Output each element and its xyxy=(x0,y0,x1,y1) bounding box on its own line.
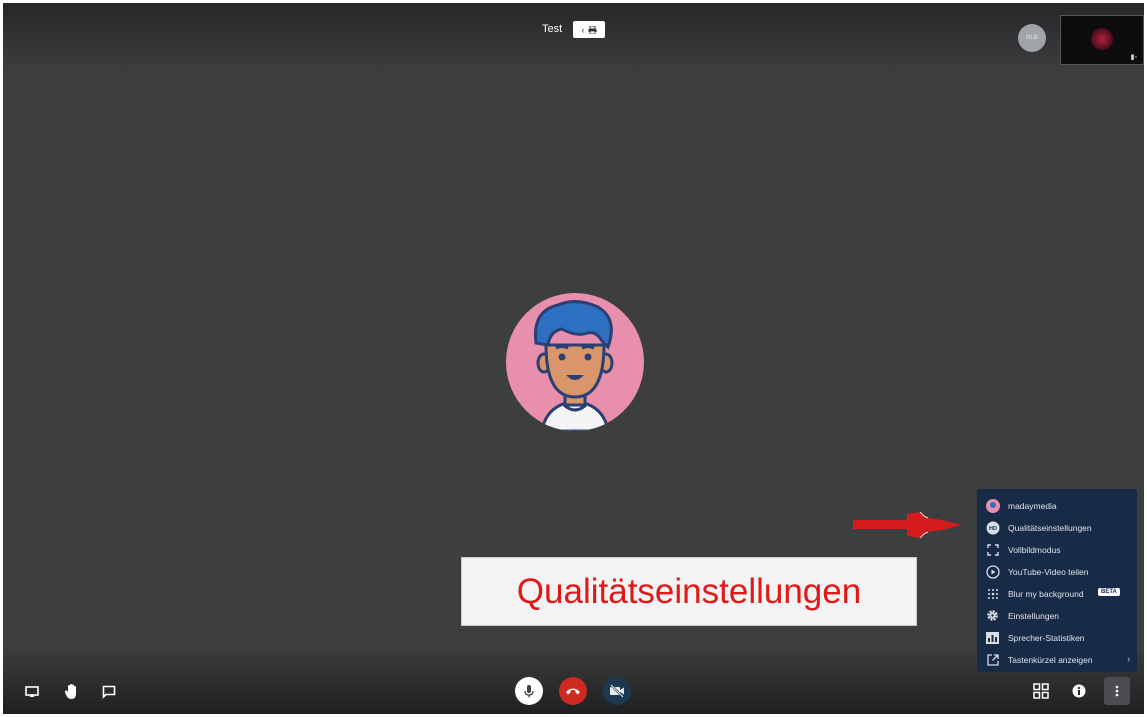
remote-participant-avatar[interactable]: RLB xyxy=(1018,24,1046,52)
annotation-callout: Qualitätseinstellungen xyxy=(461,557,917,626)
screen-share-icon xyxy=(25,686,39,697)
participant-initials: RLB xyxy=(1026,35,1038,41)
hd-icon: HD xyxy=(985,520,1000,535)
gear-icon xyxy=(985,608,1000,623)
microphone-button[interactable] xyxy=(515,677,543,705)
screen-share-button[interactable] xyxy=(22,682,42,702)
microphone-icon xyxy=(524,685,534,698)
bar-chart-icon xyxy=(985,630,1000,645)
menu-item-keyboard-shortcuts[interactable]: Tastenkürzel anzeigen › xyxy=(977,649,1137,670)
participant-avatar-large xyxy=(506,293,644,431)
menu-item-share-youtube[interactable]: YouTube-Video teilen xyxy=(977,561,1137,582)
menu-item-label: madaymedia xyxy=(1008,500,1057,511)
menu-item-blur-background[interactable]: Blur my background BETA xyxy=(977,583,1137,604)
menu-item-fullscreen[interactable]: Vollbildmodus xyxy=(977,539,1137,560)
camera-toggle-button[interactable] xyxy=(603,677,631,705)
chat-icon xyxy=(102,685,116,699)
local-video-thumbnail[interactable]: ▮◦ xyxy=(1060,15,1144,65)
menu-item-quality-settings[interactable]: HD Qualitätseinstellungen xyxy=(977,517,1137,538)
menu-item-label: Einstellungen xyxy=(1008,610,1060,621)
menu-item-profile[interactable]: madaymedia xyxy=(977,495,1137,516)
info-button[interactable] xyxy=(1068,680,1090,702)
beta-badge: BETA xyxy=(1098,588,1120,596)
camera-off-icon xyxy=(610,684,624,698)
blur-icon xyxy=(985,586,1000,601)
hangup-icon xyxy=(566,688,580,695)
local-video-feed xyxy=(1091,28,1113,50)
meeting-title: Test xyxy=(542,23,563,35)
raise-hand-button[interactable] xyxy=(61,680,83,702)
annotation-arrow-icon xyxy=(853,511,962,539)
info-icon xyxy=(1072,684,1086,698)
tile-view-button[interactable] xyxy=(1030,680,1052,702)
top-gradient xyxy=(3,3,1144,73)
user-avatar-icon xyxy=(985,498,1000,513)
menu-item-label: Tastenkürzel anzeigen xyxy=(1008,654,1093,665)
chat-button[interactable] xyxy=(99,682,119,702)
overflow-menu: madaymedia HD Qualitätseinstellungen Vol… xyxy=(977,489,1137,672)
cartoon-face-icon xyxy=(533,300,614,431)
menu-item-label: Sprecher-Statistiken xyxy=(1008,632,1085,643)
copy-meeting-link-button[interactable]: ‹ xyxy=(573,21,605,38)
menu-item-label: Qualitätseinstellungen xyxy=(1008,522,1092,533)
svg-text:HD: HD xyxy=(989,526,997,532)
menu-item-label: Blur my background xyxy=(1008,588,1084,599)
tile-view-icon xyxy=(1033,683,1049,699)
menu-item-label: Vollbildmodus xyxy=(1008,544,1061,555)
more-options-icon xyxy=(1115,685,1119,697)
raise-hand-icon xyxy=(64,683,76,699)
camera-indicator-icon: ▮◦ xyxy=(1130,54,1137,61)
menu-item-label: YouTube-Video teilen xyxy=(1008,566,1089,577)
menu-item-speaker-stats[interactable]: Sprecher-Statistiken xyxy=(977,627,1137,648)
menu-item-settings[interactable]: Einstellungen xyxy=(977,605,1137,626)
hangup-button[interactable] xyxy=(559,677,587,705)
chevron-right-icon: › xyxy=(1127,654,1131,665)
play-circle-icon xyxy=(985,564,1000,579)
lock-icon: ‹ xyxy=(581,24,585,35)
more-options-button[interactable] xyxy=(1104,677,1130,705)
printer-icon xyxy=(588,25,596,34)
fullscreen-icon xyxy=(985,542,1000,557)
external-link-icon xyxy=(985,652,1000,667)
